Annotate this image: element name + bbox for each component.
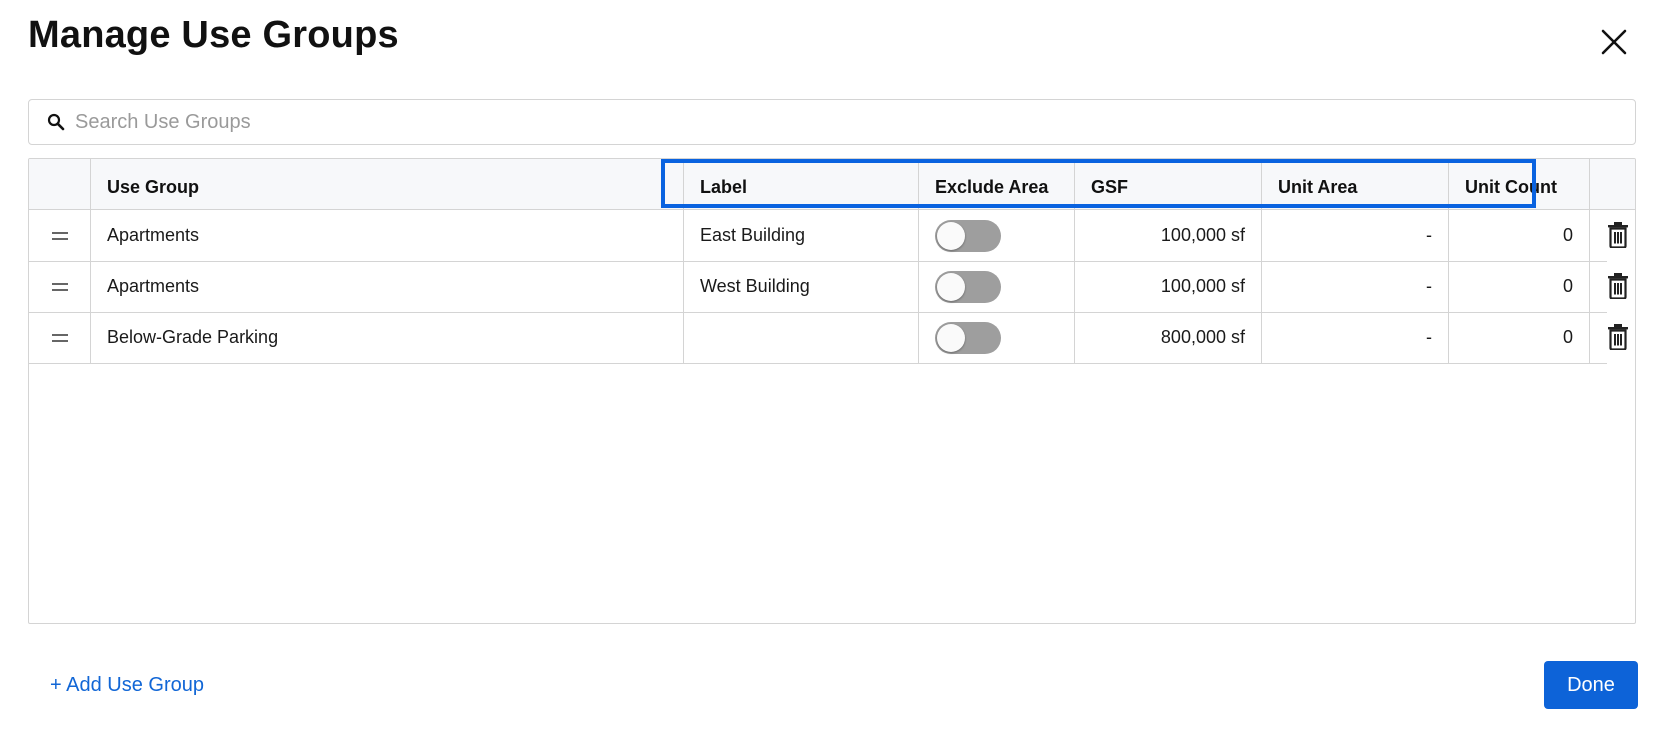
cell-unit-count[interactable]: 0 <box>1449 210 1590 261</box>
cell-actions <box>1590 210 1628 261</box>
header-unit-count[interactable]: Unit Count <box>1449 159 1590 209</box>
cell-unit-count[interactable]: 0 <box>1449 312 1590 363</box>
header-use-group[interactable]: Use Group <box>91 159 684 209</box>
cell-use-group[interactable]: Below-Grade Parking <box>91 312 684 363</box>
delete-button[interactable] <box>1607 324 1629 355</box>
cell-exclude-area <box>919 261 1075 312</box>
cell-unit-count[interactable]: 0 <box>1449 261 1590 312</box>
drag-handle[interactable] <box>29 210 91 261</box>
toggle-knob <box>937 221 965 250</box>
exclude-area-toggle[interactable] <box>935 321 1001 354</box>
header-gsf[interactable]: GSF <box>1075 159 1262 209</box>
header-unit-area[interactable]: Unit Area <box>1262 159 1449 209</box>
header-actions-column <box>1590 159 1635 209</box>
table-header: Use Group Label Exclude Area GSF Unit Ar… <box>29 159 1635 210</box>
exclude-area-toggle[interactable] <box>935 219 1001 252</box>
cell-exclude-area <box>919 312 1075 363</box>
table-row: Below-Grade Parking 800,000 sf - 0 <box>29 312 1628 364</box>
cell-actions <box>1590 312 1628 363</box>
dialog-title: Manage Use Groups <box>28 14 399 56</box>
search-box[interactable] <box>28 99 1636 145</box>
delete-button[interactable] <box>1607 273 1629 304</box>
drag-handle[interactable] <box>29 312 91 363</box>
cell-label[interactable]: East Building <box>684 210 919 261</box>
cell-actions <box>1590 261 1628 312</box>
toggle-knob <box>937 323 965 352</box>
close-icon[interactable] <box>1598 26 1630 58</box>
toggle-knob <box>937 272 965 301</box>
header-label[interactable]: Label <box>684 159 919 209</box>
drag-handle-icon[interactable] <box>51 333 68 342</box>
cell-gsf[interactable]: 100,000 sf <box>1075 261 1262 312</box>
cell-label[interactable]: West Building <box>684 261 919 312</box>
delete-button[interactable] <box>1607 222 1629 253</box>
add-use-group-link[interactable]: + Add Use Group <box>50 674 204 697</box>
trash-icon[interactable] <box>1607 273 1629 300</box>
drag-handle-icon[interactable] <box>51 282 68 291</box>
table-row: Apartments East Building 100,000 sf - 0 <box>29 210 1628 262</box>
header-exclude-area[interactable]: Exclude Area <box>919 159 1075 209</box>
cell-unit-area[interactable]: - <box>1262 261 1449 312</box>
cell-label[interactable] <box>684 312 919 363</box>
cell-gsf[interactable]: 100,000 sf <box>1075 210 1262 261</box>
table-row: Apartments West Building 100,000 sf - 0 <box>29 261 1628 313</box>
trash-icon[interactable] <box>1607 324 1629 351</box>
cell-use-group[interactable]: Apartments <box>91 210 684 261</box>
header-drag-column <box>29 159 91 209</box>
cell-unit-area[interactable]: - <box>1262 210 1449 261</box>
use-groups-table: Use Group Label Exclude Area GSF Unit Ar… <box>28 158 1636 624</box>
search-icon <box>47 113 65 131</box>
trash-icon[interactable] <box>1607 222 1629 249</box>
search-input[interactable] <box>73 109 1577 135</box>
drag-handle[interactable] <box>29 261 91 312</box>
done-button[interactable]: Done <box>1544 661 1638 709</box>
cell-use-group[interactable]: Apartments <box>91 261 684 312</box>
exclude-area-toggle[interactable] <box>935 270 1001 303</box>
cell-gsf[interactable]: 800,000 sf <box>1075 312 1262 363</box>
drag-handle-icon[interactable] <box>51 231 68 240</box>
close-button[interactable] <box>1598 26 1630 58</box>
cell-unit-area[interactable]: - <box>1262 312 1449 363</box>
cell-exclude-area <box>919 210 1075 261</box>
